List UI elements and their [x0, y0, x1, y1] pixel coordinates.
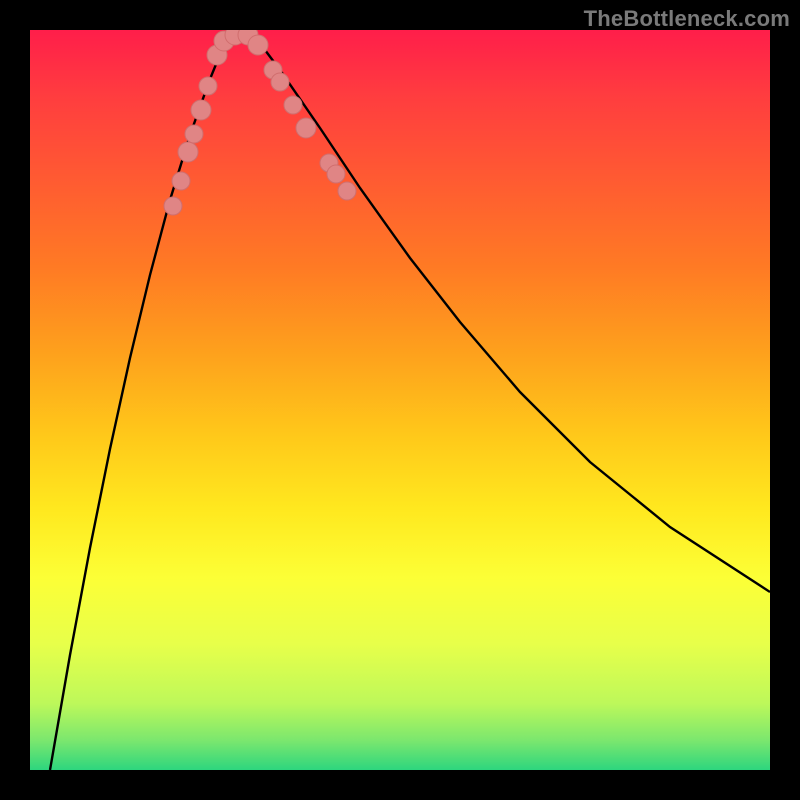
marker-layer — [164, 30, 356, 215]
data-marker — [199, 77, 217, 95]
data-marker — [296, 118, 316, 138]
data-marker — [271, 73, 289, 91]
data-marker — [178, 142, 198, 162]
curve-right — [250, 30, 770, 592]
chart-stage: TheBottleneck.com — [0, 0, 800, 800]
data-marker — [327, 165, 345, 183]
data-marker — [338, 182, 356, 200]
data-marker — [172, 172, 190, 190]
data-marker — [248, 35, 268, 55]
data-marker — [284, 96, 302, 114]
data-marker — [185, 125, 203, 143]
chart-svg — [30, 30, 770, 770]
watermark-text: TheBottleneck.com — [584, 6, 790, 32]
curve-left — [50, 30, 230, 770]
data-marker — [164, 197, 182, 215]
data-marker — [191, 100, 211, 120]
chart-plot-area — [30, 30, 770, 770]
